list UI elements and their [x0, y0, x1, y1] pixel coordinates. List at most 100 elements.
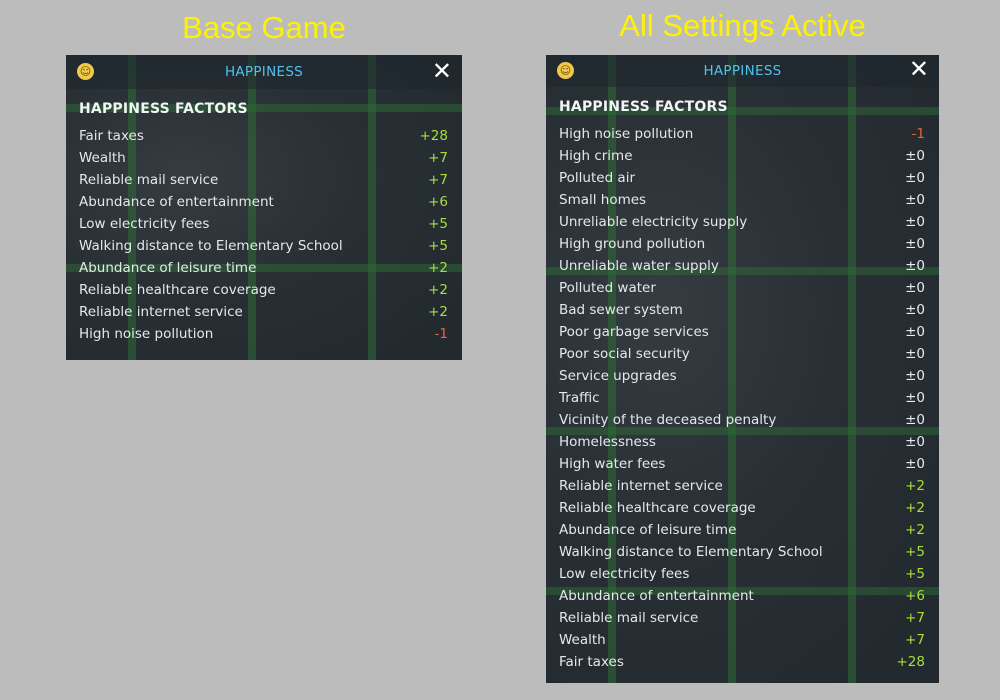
factor-row: High ground pollution ±0	[559, 233, 925, 255]
factor-value: +5	[905, 566, 925, 582]
factor-value: +5	[428, 238, 448, 254]
factor-label: Traffic	[559, 390, 600, 406]
factor-value: +2	[428, 304, 448, 320]
factor-label: Abundance of leisure time	[79, 260, 257, 276]
factor-row: Fair taxes +28	[559, 651, 925, 673]
panel-title: HAPPINESS	[224, 64, 304, 80]
factor-row: Unreliable electricity supply ±0	[559, 211, 925, 233]
factor-row: High crime ±0	[559, 145, 925, 167]
factor-value: +28	[419, 128, 449, 144]
factor-row: Fair taxes +28	[79, 125, 448, 147]
factor-value: +2	[905, 522, 925, 538]
factor-value: -1	[911, 126, 925, 142]
factor-label: Small homes	[559, 192, 647, 208]
factor-row: Abundance of entertainment +6	[79, 191, 448, 213]
factor-label: Wealth	[559, 632, 606, 648]
factor-label: Abundance of entertainment	[559, 588, 754, 604]
factor-row: Polluted air ±0	[559, 167, 925, 189]
factor-value: ±0	[905, 170, 925, 186]
factor-row: High noise pollution -1	[559, 123, 925, 145]
factor-label: Reliable healthcare coverage	[559, 500, 756, 516]
factor-value: ±0	[905, 236, 925, 252]
factor-value: +7	[428, 172, 448, 188]
factor-row: Unreliable water supply ±0	[559, 255, 925, 277]
factor-row: Reliable mail service +7	[559, 607, 925, 629]
factor-row: Reliable healthcare coverage +2	[559, 497, 925, 519]
factor-label: Polluted air	[559, 170, 636, 186]
factor-list: High noise pollution -1 High crime ±0 Pollut…	[559, 123, 925, 673]
factor-row: Abundance of leisure time +2	[79, 257, 448, 279]
factor-row: Polluted water ±0	[559, 277, 925, 299]
factor-label: Reliable internet service	[79, 304, 243, 320]
factor-row: Wealth +7	[559, 629, 925, 651]
factor-label: Walking distance to Elementary School	[559, 544, 823, 560]
factor-value: ±0	[905, 412, 925, 428]
factor-value: +6	[428, 194, 448, 210]
factor-label: Homelessness	[559, 434, 656, 450]
factor-row: Reliable healthcare coverage +2	[79, 279, 448, 301]
factor-row: Abundance of entertainment +6	[559, 585, 925, 607]
factor-value: ±0	[905, 346, 925, 362]
factor-label: Poor social security	[559, 346, 690, 362]
factor-label: Reliable mail service	[559, 610, 699, 626]
factor-value: ±0	[905, 390, 925, 406]
factor-row: Homelessness ±0	[559, 431, 925, 453]
factor-label: Unreliable electricity supply	[559, 214, 748, 230]
panel-header: ☺ HAPPINESS ✕	[546, 55, 939, 87]
factor-row: Low electricity fees +5	[559, 563, 925, 585]
factor-label: Wealth	[79, 150, 126, 166]
close-icon[interactable]: ✕	[909, 56, 929, 82]
factor-row: Vicinity of the deceased penalty ±0	[559, 409, 925, 431]
factor-value: +28	[896, 654, 926, 670]
factor-value: +2	[428, 260, 448, 276]
factor-label: High ground pollution	[559, 236, 706, 252]
factor-row: Bad sewer system ±0	[559, 299, 925, 321]
factor-value: ±0	[905, 434, 925, 450]
factor-label: Reliable healthcare coverage	[79, 282, 276, 298]
happiness-panel-base: ☺ HAPPINESS ✕ HAPPINESS FACTORS Fair tax…	[66, 55, 462, 360]
factor-value: ±0	[905, 456, 925, 472]
close-icon[interactable]: ✕	[432, 58, 452, 84]
caption-base-game: Base Game	[182, 10, 346, 45]
factor-label: Unreliable water supply	[559, 258, 719, 274]
factor-label: Fair taxes	[79, 128, 144, 144]
factor-row: Walking distance to Elementary School +5	[559, 541, 925, 563]
factor-label: Reliable mail service	[79, 172, 219, 188]
factor-value: ±0	[905, 280, 925, 296]
factor-label: Fair taxes	[559, 654, 624, 670]
factor-label: High water fees	[559, 456, 666, 472]
factor-label: Bad sewer system	[559, 302, 683, 318]
factor-value: ±0	[905, 302, 925, 318]
factor-label: Reliable internet service	[559, 478, 723, 494]
section-title: HAPPINESS FACTORS	[79, 101, 248, 117]
factor-value: +2	[905, 478, 925, 494]
factor-label: High crime	[559, 148, 633, 164]
factor-label: Polluted water	[559, 280, 656, 296]
factor-row: Abundance of leisure time +2	[559, 519, 925, 541]
factor-row: Wealth +7	[79, 147, 448, 169]
factor-value: -1	[434, 326, 448, 342]
factor-value: ±0	[905, 192, 925, 208]
caption-all-settings-active: All Settings Active	[619, 8, 866, 43]
section-title: HAPPINESS FACTORS	[559, 99, 728, 115]
factor-label: High noise pollution	[79, 326, 214, 342]
factor-row: High noise pollution -1	[79, 323, 448, 345]
factor-row: Service upgrades ±0	[559, 365, 925, 387]
happiness-panel-all-settings: ☺ HAPPINESS ✕ HAPPINESS FACTORS High noi…	[546, 55, 939, 683]
panel-title: HAPPINESS	[703, 63, 782, 79]
factor-label: Poor garbage services	[559, 324, 709, 340]
factor-row: Reliable internet service +2	[559, 475, 925, 497]
factor-value: +7	[905, 610, 925, 626]
factor-label: Vicinity of the deceased penalty	[559, 412, 777, 428]
factor-label: Low electricity fees	[79, 216, 210, 232]
factor-value: +2	[905, 500, 925, 516]
factor-value: ±0	[905, 214, 925, 230]
factor-label: Walking distance to Elementary School	[79, 238, 343, 254]
factor-value: ±0	[905, 258, 925, 274]
factor-label: High noise pollution	[559, 126, 694, 142]
factor-value: ±0	[905, 148, 925, 164]
factor-value: +2	[428, 282, 448, 298]
factor-label: Low electricity fees	[559, 566, 690, 582]
factor-row: Traffic ±0	[559, 387, 925, 409]
factor-row: Reliable internet service +2	[79, 301, 448, 323]
